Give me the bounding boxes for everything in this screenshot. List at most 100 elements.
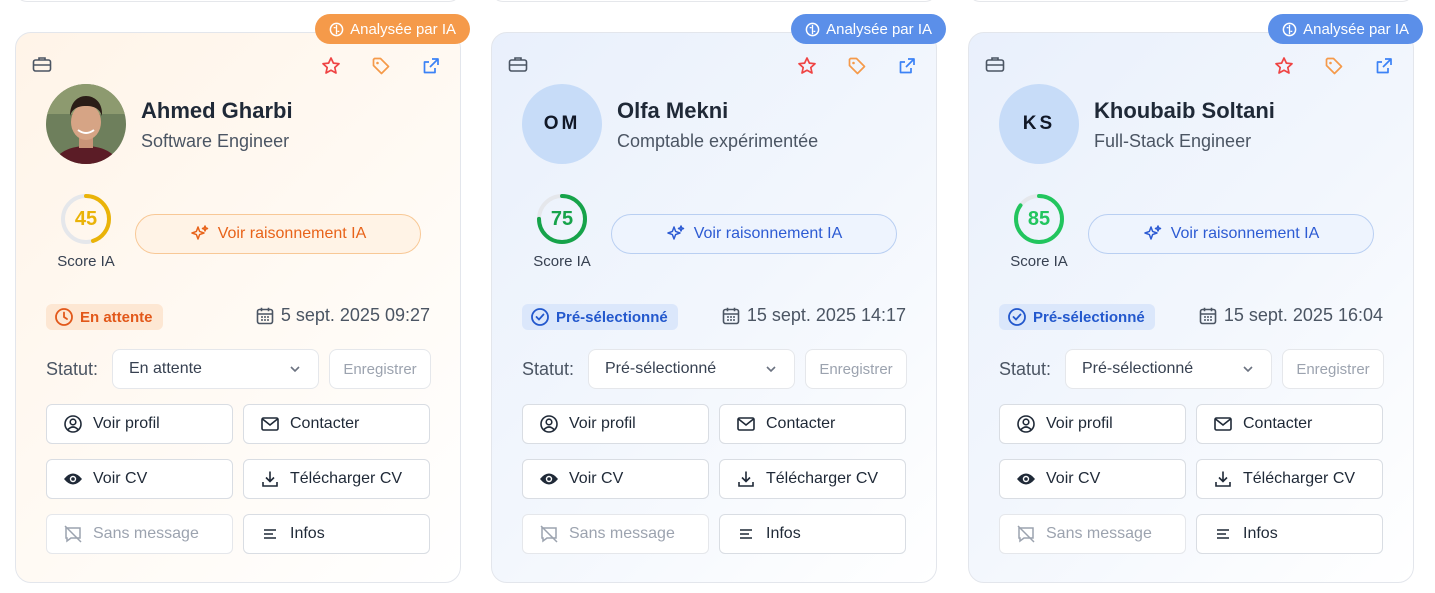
candidate-card: Analysée par IA Ahmed Gharbi Software En… [15, 14, 470, 583]
download-cv-button[interactable]: Télécharger CV [719, 459, 906, 499]
view-profile-label: Voir profil [569, 415, 636, 432]
info-button[interactable]: Infos [1196, 514, 1383, 554]
score-value: 75 [550, 207, 574, 230]
eye-icon [1017, 473, 1035, 485]
previous-card-edge [491, 0, 937, 2]
candidate-name: Olfa Mekni [617, 98, 729, 123]
view-ai-reasoning-button[interactable]: Voir raisonnement IA [135, 214, 421, 254]
view-cv-button[interactable]: Voir CV [46, 459, 233, 499]
score-label: Score IA [1010, 253, 1068, 270]
reasoning-label: Voir raisonnement IA [693, 225, 843, 242]
brain-icon [805, 22, 820, 36]
status-select[interactable]: En attente [112, 349, 319, 389]
view-cv-button[interactable]: Voir CV [999, 459, 1186, 499]
tag-icon[interactable] [846, 55, 868, 77]
info-button[interactable]: Infos [719, 514, 906, 554]
view-profile-label: Voir profil [93, 415, 160, 432]
contact-label: Contacter [290, 415, 360, 432]
user-circle-icon [64, 415, 82, 433]
status-badge-label: Pré-sélectionné [1033, 308, 1145, 326]
application-date: 5 sept. 2025 09:27 [255, 305, 430, 326]
no-message-button: Sans message [522, 514, 709, 554]
candidate-card: Analysée par IA KS Khoubaib Soltani Full… [968, 14, 1423, 583]
ai-analyzed-badge: Analysée par IA [315, 14, 470, 44]
view-cv-button[interactable]: Voir CV [522, 459, 709, 499]
info-button[interactable]: Infos [243, 514, 430, 554]
download-cv-button[interactable]: Télécharger CV [243, 459, 430, 499]
ai-badge-label: Analysée par IA [826, 20, 932, 38]
status-badge-label: Pré-sélectionné [556, 308, 668, 326]
date-text: 15 sept. 2025 14:17 [746, 305, 906, 325]
align-left-icon [264, 529, 276, 539]
ai-score: 85 Score IA [1007, 191, 1071, 270]
align-left-icon [1217, 529, 1229, 539]
contact-button[interactable]: Contacter [243, 404, 430, 444]
briefcase-icon [985, 57, 1005, 72]
status-select[interactable]: Pré-sélectionné [1065, 349, 1272, 389]
check-circle-icon [531, 308, 549, 326]
ai-score: 75 Score IA [530, 191, 594, 270]
calendar-icon [722, 307, 740, 324]
download-icon [262, 471, 278, 487]
avatar [46, 84, 126, 164]
previous-card-edge [15, 0, 461, 2]
contact-button[interactable]: Contacter [719, 404, 906, 444]
external-link-icon[interactable] [896, 55, 918, 77]
status-select-value: En attente [129, 360, 202, 377]
status-select[interactable]: Pré-sélectionné [588, 349, 795, 389]
sparkles-icon [1143, 225, 1161, 240]
score-label: Score IA [533, 253, 591, 270]
tag-icon[interactable] [370, 55, 392, 77]
previous-card-edge [968, 0, 1414, 2]
brain-icon [329, 22, 344, 36]
download-cv-button[interactable]: Télécharger CV [1196, 459, 1383, 499]
view-profile-button[interactable]: Voir profil [46, 404, 233, 444]
view-profile-button[interactable]: Voir profil [999, 404, 1186, 444]
clock-icon [55, 308, 73, 326]
check-circle-icon [1008, 308, 1026, 326]
candidate-card: Analysée par IA OM Olfa Mekni Comptable … [491, 14, 946, 583]
star-icon[interactable] [1273, 55, 1295, 77]
view-ai-reasoning-button[interactable]: Voir raisonnement IA [611, 214, 897, 254]
eye-icon [540, 473, 558, 485]
download-cv-label: Télécharger CV [290, 470, 403, 487]
sparkles-icon [666, 225, 684, 240]
contact-label: Contacter [1243, 415, 1313, 432]
mail-icon [261, 417, 279, 431]
star-icon[interactable] [796, 55, 818, 77]
candidate-role: Comptable expérimentée [617, 131, 819, 151]
brain-icon [1282, 22, 1297, 36]
status-badge: En attente [46, 304, 163, 330]
date-text: 15 sept. 2025 16:04 [1223, 305, 1383, 325]
save-button[interactable]: Enregistrer [805, 349, 907, 389]
message-off-icon [64, 525, 82, 543]
contact-label: Contacter [766, 415, 836, 432]
save-button[interactable]: Enregistrer [1282, 349, 1384, 389]
download-cv-label: Télécharger CV [1243, 470, 1356, 487]
view-profile-button[interactable]: Voir profil [522, 404, 709, 444]
statut-label: Statut: [46, 359, 99, 379]
external-link-icon[interactable] [420, 55, 442, 77]
avatar-initials: KS [1022, 113, 1056, 134]
reasoning-label: Voir raisonnement IA [217, 225, 367, 242]
star-icon[interactable] [320, 55, 342, 77]
candidate-name: Ahmed Gharbi [141, 98, 293, 123]
info-label: Infos [766, 525, 801, 542]
mail-icon [1214, 417, 1232, 431]
view-cv-label: Voir CV [569, 470, 624, 487]
tag-icon[interactable] [1323, 55, 1345, 77]
briefcase-icon [32, 57, 52, 72]
external-link-icon[interactable] [1373, 55, 1395, 77]
contact-button[interactable]: Contacter [1196, 404, 1383, 444]
avatar: OM [522, 84, 602, 164]
view-ai-reasoning-button[interactable]: Voir raisonnement IA [1088, 214, 1374, 254]
save-button[interactable]: Enregistrer [329, 349, 431, 389]
ai-badge-label: Analysée par IA [350, 20, 456, 38]
no-message-label: Sans message [1046, 525, 1152, 542]
ai-analyzed-badge: Analysée par IA [791, 14, 946, 44]
message-off-icon [540, 525, 558, 543]
no-message-label: Sans message [569, 525, 675, 542]
calendar-icon [256, 307, 274, 324]
avatar-initials: OM [543, 113, 581, 134]
no-message-button: Sans message [46, 514, 233, 554]
